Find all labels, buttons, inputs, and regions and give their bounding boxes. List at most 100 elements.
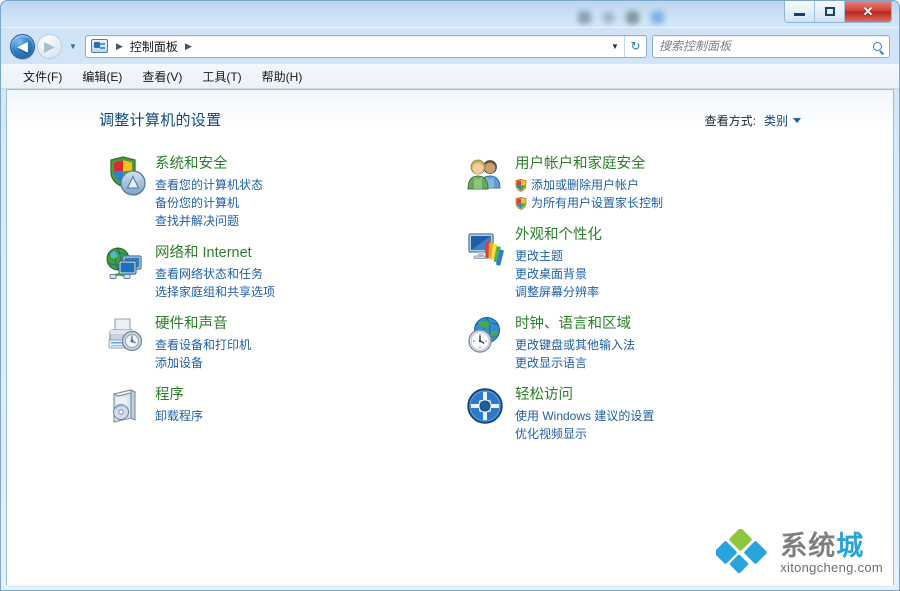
category-title[interactable]: 程序 (155, 386, 184, 405)
address-breadcrumb-bar[interactable]: ▶ 控制面板 ▶ ▼ ↻ (85, 34, 647, 58)
category-appearance-and-personalization: 外观和个性化 更改主题 更改桌面背景 调整屏幕分辨率 (459, 225, 829, 301)
category-link[interactable]: 更改显示语言 (515, 354, 829, 372)
category-link[interactable]: 更改主题 (515, 247, 829, 265)
link-label: 查看设备和打印机 (155, 338, 252, 352)
view-by-label: 查看方式: (704, 114, 756, 128)
ghost-icon-2 (600, 9, 617, 25)
window-controls: ✕ (784, 1, 892, 23)
ghost-icon-1 (578, 10, 591, 24)
link-label: 备份您的计算机 (155, 196, 240, 210)
category-link[interactable]: 查找并解决问题 (155, 212, 459, 230)
system-security-shield-icon (99, 154, 155, 230)
blurred-background-icons (578, 8, 758, 26)
category-link[interactable]: 添加设备 (155, 354, 459, 372)
chevron-down-icon: ▼ (69, 41, 77, 51)
category-body: 程序 卸载程序 (155, 385, 459, 430)
view-by-value[interactable]: 类别 (764, 112, 788, 129)
category-body: 用户帐户和家庭安全 添加或删除用户帐户 为所有用户设置家长控制 (515, 154, 829, 212)
category-title[interactable]: 系统和安全 (155, 155, 228, 174)
category-body: 系统和安全 查看您的计算机状态 备份您的计算机 查找并解决问题 (155, 154, 459, 230)
category-title[interactable]: 时钟、语言和区域 (515, 315, 631, 334)
category-link[interactable]: 更改桌面背景 (515, 265, 829, 283)
link-label: 更改显示语言 (515, 356, 588, 370)
chevron-down-icon[interactable] (793, 118, 801, 123)
address-dropdown-button[interactable]: ▼ (606, 42, 624, 51)
ghost-icon-3 (626, 10, 639, 24)
category-link[interactable]: 查看设备和打印机 (155, 336, 459, 354)
refresh-icon: ↻ (630, 39, 641, 53)
menu-item-file[interactable]: 文件(F) (14, 65, 71, 88)
forward-button[interactable]: ▶ (37, 33, 62, 59)
category-title[interactable]: 网络和 Internet (155, 244, 252, 263)
window-titlebar: ✕ (0, 0, 900, 28)
category-title[interactable]: 外观和个性化 (515, 226, 602, 245)
back-arrow-icon: ◀ (17, 38, 28, 54)
link-label: 查看您的计算机状态 (155, 178, 264, 192)
search-box[interactable] (652, 34, 890, 58)
category-column-right: 用户帐户和家庭安全 添加或删除用户帐户 为所有用户设置家长控制 外观和个性化 更… (459, 154, 829, 456)
watermark-text: 系统城 xitongcheng.com (780, 531, 883, 575)
diamond-cluster-logo-icon (714, 528, 776, 577)
category-clock-language-and-region: 时钟、语言和区域 更改键盘或其他输入法 更改显示语言 (459, 314, 829, 372)
menu-bar: 文件(F) 编辑(E) 查看(V) 工具(T) 帮助(H) (0, 64, 900, 89)
link-label: 卸载程序 (155, 409, 204, 423)
search-input[interactable] (653, 39, 865, 53)
category-user-accounts-and-family-safety: 用户帐户和家庭安全 添加或删除用户帐户 为所有用户设置家长控制 (459, 154, 829, 212)
breadcrumb-separator-2[interactable]: ▶ (180, 41, 197, 52)
view-by-selector[interactable]: 查看方式: 类别 (705, 112, 801, 129)
category-body: 硬件和声音 查看设备和打印机 添加设备 (155, 314, 459, 372)
recent-pages-button[interactable]: ▼ (65, 35, 81, 57)
category-column-left: 系统和安全 查看您的计算机状态 备份您的计算机 查找并解决问题 网络和 Inte… (99, 154, 459, 456)
close-icon: ✕ (862, 4, 874, 19)
category-hardware-and-sound: 硬件和声音 查看设备和打印机 添加设备 (99, 314, 459, 372)
menu-item-help[interactable]: 帮助(H) (253, 65, 312, 88)
maximize-icon (824, 7, 835, 16)
category-system-and-security: 系统和安全 查看您的计算机状态 备份您的计算机 查找并解决问题 (99, 154, 459, 230)
category-body: 时钟、语言和区域 更改键盘或其他输入法 更改显示语言 (515, 314, 829, 372)
category-link[interactable]: 调整屏幕分辨率 (515, 283, 829, 301)
category-body: 网络和 Internet 查看网络状态和任务 选择家庭组和共享选项 (155, 243, 459, 301)
watermark-title: 系统城 (780, 531, 864, 561)
category-title[interactable]: 用户帐户和家庭安全 (515, 155, 646, 174)
content-area: 调整计算机的设置 查看方式: 类别 系统和安全 查看您的计算机状态 备份您的计算… (6, 89, 894, 585)
refresh-button[interactable]: ↻ (624, 35, 646, 57)
category-link[interactable]: 卸载程序 (155, 407, 459, 425)
watermark-title-part2: 城 (836, 531, 865, 561)
minimize-button[interactable] (785, 1, 815, 22)
search-icon[interactable] (865, 41, 889, 51)
breadcrumb-separator-1[interactable]: ▶ (111, 41, 128, 52)
hardware-sound-printer-icon (99, 314, 155, 372)
forward-arrow-icon: ▶ (44, 38, 55, 54)
link-label: 查看网络状态和任务 (155, 267, 264, 281)
close-button[interactable]: ✕ (845, 1, 891, 22)
category-link[interactable]: 添加或删除用户帐户 (515, 176, 829, 194)
link-label: 更改桌面背景 (515, 267, 588, 281)
menu-item-tools[interactable]: 工具(T) (193, 65, 250, 88)
category-title[interactable]: 硬件和声音 (155, 315, 228, 334)
category-link[interactable]: 使用 Windows 建议的设置 (515, 407, 829, 425)
appearance-personalization-monitor-icon (459, 225, 515, 301)
category-link[interactable]: 选择家庭组和共享选项 (155, 283, 459, 301)
category-programs: 程序 卸载程序 (99, 385, 459, 430)
navigation-bar: ◀ ▶ ▼ ▶ 控制面板 ▶ ▼ ↻ (0, 28, 900, 64)
link-label: 优化视频显示 (515, 427, 588, 441)
back-button[interactable]: ◀ (10, 33, 35, 59)
category-link[interactable]: 查看网络状态和任务 (155, 265, 459, 283)
category-link[interactable]: 优化视频显示 (515, 425, 829, 443)
link-label: 调整屏幕分辨率 (515, 285, 600, 299)
link-label: 添加或删除用户帐户 (531, 178, 640, 192)
category-link[interactable]: 为所有用户设置家长控制 (515, 194, 829, 212)
category-grid: 系统和安全 查看您的计算机状态 备份您的计算机 查找并解决问题 网络和 Inte… (7, 154, 893, 456)
category-link[interactable]: 备份您的计算机 (155, 194, 459, 212)
breadcrumb-item-control-panel[interactable]: 控制面板 (128, 38, 180, 55)
category-title[interactable]: 轻松访问 (515, 386, 573, 405)
category-link[interactable]: 更改键盘或其他输入法 (515, 336, 829, 354)
menu-item-view[interactable]: 查看(V) (133, 65, 191, 88)
minimize-icon (794, 13, 805, 16)
menu-item-edit[interactable]: 编辑(E) (73, 65, 131, 88)
maximize-button[interactable] (815, 1, 845, 22)
category-link[interactable]: 查看您的计算机状态 (155, 176, 459, 194)
link-label: 更改键盘或其他输入法 (515, 338, 636, 352)
category-body: 轻松访问 使用 Windows 建议的设置 优化视频显示 (515, 385, 829, 443)
watermark-title-part1: 系统 (780, 531, 837, 561)
